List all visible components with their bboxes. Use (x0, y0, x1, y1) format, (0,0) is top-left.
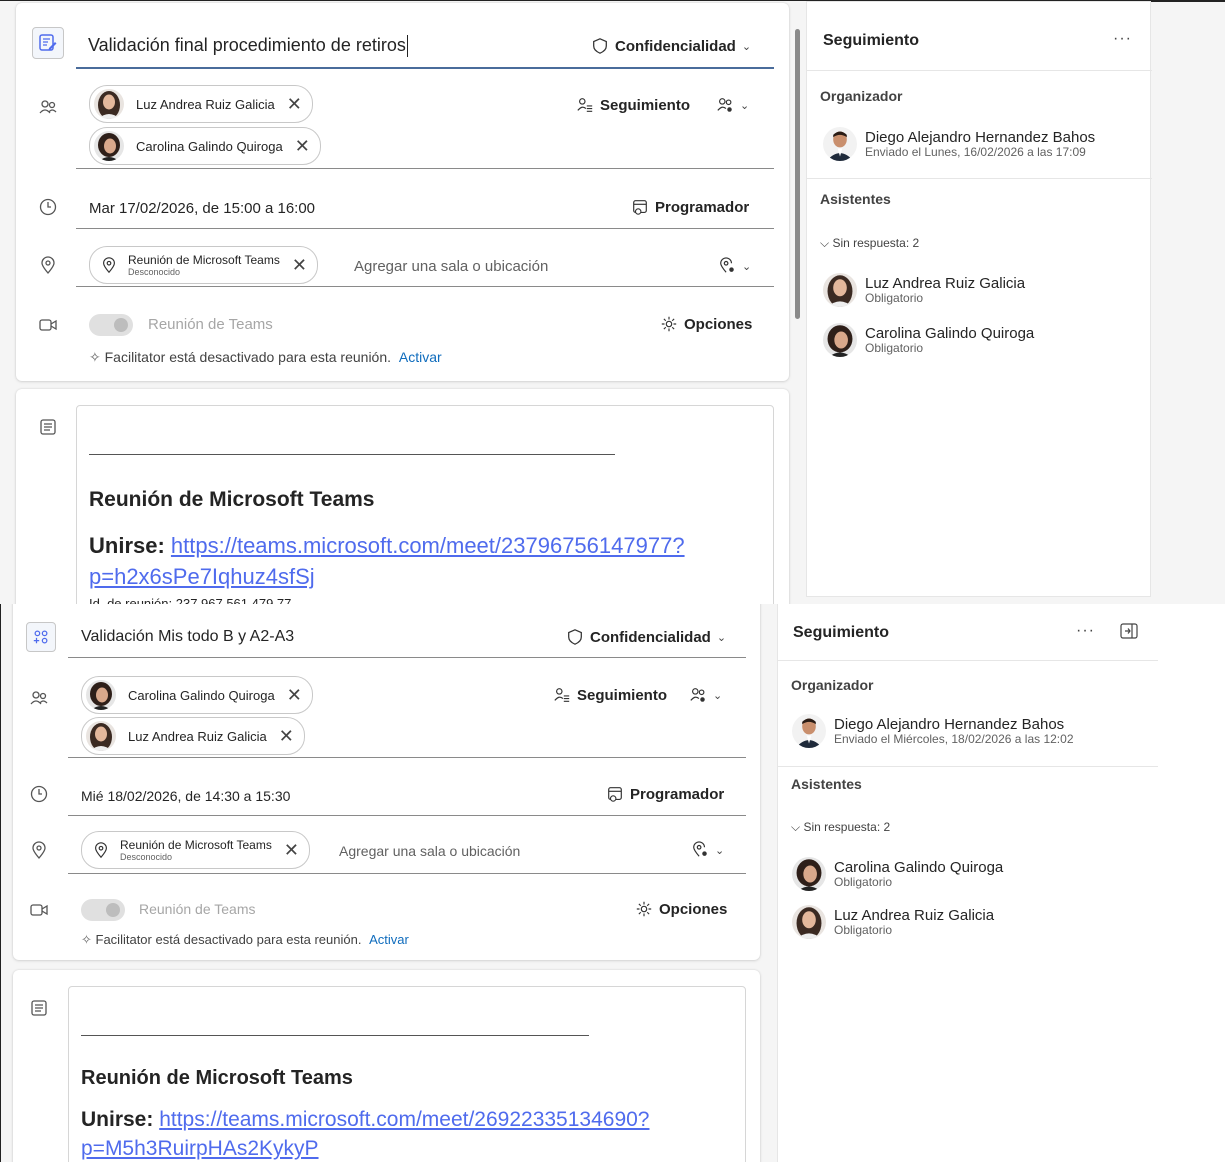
remove-icon[interactable]: ✕ (287, 686, 302, 704)
join-link-cont[interactable]: p=M5h3RuirpHAs2KykyP (81, 1137, 319, 1160)
tracking-button[interactable]: Seguimiento (553, 686, 667, 704)
gear-icon (661, 316, 677, 332)
meeting-id: Id. de reunión: 237 967 561 479 77 (89, 596, 292, 604)
more-icon[interactable]: ··· (1076, 622, 1095, 640)
meeting-form-pane-2: Validación Mis todo B y A2-A3 Confidenci… (0, 604, 1225, 1162)
attendees-label: Asistentes (820, 191, 891, 207)
attendees-label: Asistentes (791, 776, 862, 792)
shield-icon (593, 38, 607, 54)
avatar (823, 273, 857, 307)
video-icon (29, 900, 49, 920)
meeting-details-card: Validación final procedimiento de retiro… (16, 3, 789, 381)
body-card: Reunión de Microsoft Teams Unirse: https… (16, 389, 789, 604)
teams-meeting-label: Reunión de Teams (148, 316, 273, 333)
meeting-form-pane-1: Validación final procedimiento de retiro… (0, 0, 1225, 604)
tracking-button[interactable]: Seguimiento (576, 96, 690, 114)
attendee-item[interactable]: Carolina Galindo Quiroga Obligatorio (792, 857, 1003, 891)
attendee-item[interactable]: Carolina Galindo Quiroga Obligatorio (823, 323, 1034, 357)
teams-meeting-toggle[interactable] (81, 899, 125, 921)
more-icon[interactable]: ··· (1113, 30, 1132, 48)
facilitator-notice: ✧ Facilitator está desactivado para esta… (89, 349, 442, 365)
facilitator-notice: ✧ Facilitator está desactivado para esta… (81, 932, 409, 947)
subject-input[interactable]: Validación final procedimiento de retiro… (88, 35, 408, 58)
tracking-panel: Seguimiento ··· Organizador Diego Alejan… (777, 604, 1225, 1162)
organizer[interactable]: Diego Alejandro Hernandez Bahos Enviado e… (792, 714, 1074, 748)
attendee-options-button[interactable]: ⌄ (716, 96, 749, 114)
people-list-icon (577, 98, 593, 112)
shield-icon (568, 629, 582, 645)
join-link[interactable]: https://teams.microsoft.com/meet/2379675… (171, 533, 685, 558)
body-card: Reunión de Microsoft Teams Unirse: https… (13, 970, 760, 1162)
attendees-icon (29, 688, 49, 708)
join-link-cont[interactable]: p=h2x6sPe7Iqhuz4sfSj (89, 564, 315, 589)
remove-icon[interactable]: ✕ (287, 95, 302, 113)
organizer[interactable]: Diego Alejandro Hernandez Bahos Enviado e… (823, 127, 1095, 161)
location-icon (29, 840, 49, 860)
attendee-options-button[interactable]: ⌄ (689, 686, 722, 704)
organizer-label: Organizador (791, 677, 874, 693)
tracking-panel: Seguimiento ··· Organizador Diego Alejan… (806, 1, 1152, 597)
sparkle-icon: ✧ (81, 932, 96, 947)
join-line: Unirse: https://teams.microsoft.com/meet… (81, 1108, 650, 1160)
clock-icon (29, 784, 49, 804)
chevron-down-icon: ⌵ (791, 820, 804, 834)
join-line: Unirse: https://teams.microsoft.com/meet… (89, 533, 685, 589)
chevron-down-icon: ⌵ (820, 236, 833, 250)
people-list-icon (554, 688, 570, 702)
attendee-item[interactable]: Luz Andrea Ruiz Galicia Obligatorio (823, 273, 1025, 307)
meeting-body-editor[interactable]: Reunión de Microsoft Teams Unirse: https… (68, 986, 746, 1162)
avatar (86, 680, 116, 710)
gear-icon (636, 901, 652, 917)
body-heading: Reunión de Microsoft Teams (89, 488, 375, 511)
calendar-people-icon (26, 622, 56, 652)
avatar (823, 323, 857, 357)
attendee-item[interactable]: Luz Andrea Ruiz Galicia Obligatorio (792, 905, 994, 939)
avatar (823, 127, 857, 161)
confidentiality-button[interactable]: Confidencialidad ⌄ (591, 37, 751, 55)
options-button[interactable]: Opciones (635, 900, 727, 918)
attendees-icon (38, 97, 58, 117)
people-settings-icon (690, 688, 705, 702)
activate-link[interactable]: Activar (369, 932, 409, 947)
scrollbar[interactable] (795, 29, 800, 319)
subject-input[interactable]: Validación Mis todo B y A2-A3 (81, 628, 294, 646)
organizer-label: Organizador (820, 88, 903, 104)
avatar (94, 89, 124, 119)
video-icon (38, 315, 58, 335)
attendee-chip[interactable]: Luz Andrea Ruiz Galicia ✕ (89, 85, 313, 123)
sparkle-icon: ✧ (89, 349, 105, 365)
avatar (792, 714, 826, 748)
people-settings-icon (717, 98, 732, 112)
body-heading: Reunión de Microsoft Teams (81, 1067, 353, 1089)
confidentiality-button[interactable]: Confidencialidad ⌄ (566, 628, 726, 646)
meeting-body-editor[interactable]: Reunión de Microsoft Teams Unirse: https… (76, 405, 774, 604)
no-response-toggle[interactable]: ⌵ Sin respuesta: 2 (791, 820, 890, 835)
avatar (792, 857, 826, 891)
avatar (792, 905, 826, 939)
notes-icon (38, 417, 58, 437)
join-link[interactable]: https://teams.microsoft.com/meet/2692233… (159, 1108, 649, 1131)
calendar-edit-icon (32, 27, 64, 59)
attendee-chip[interactable]: Carolina Galindo Quiroga ✕ (81, 676, 313, 714)
options-button[interactable]: Opciones (660, 315, 752, 333)
meeting-details-card: Validación Mis todo B y A2-A3 Confidenci… (13, 604, 760, 960)
activate-link[interactable]: Activar (399, 349, 442, 365)
location-icon (38, 255, 58, 275)
panel-dock-icon[interactable] (1120, 623, 1138, 639)
panel-title: Seguimiento (823, 32, 920, 49)
no-response-toggle[interactable]: ⌵ Sin respuesta: 2 (820, 236, 919, 251)
clock-icon (38, 197, 58, 217)
teams-meeting-label: Reunión de Teams (139, 901, 256, 917)
teams-meeting-toggle[interactable] (89, 314, 133, 336)
notes-icon (29, 998, 49, 1018)
panel-title: Seguimiento (793, 624, 890, 641)
